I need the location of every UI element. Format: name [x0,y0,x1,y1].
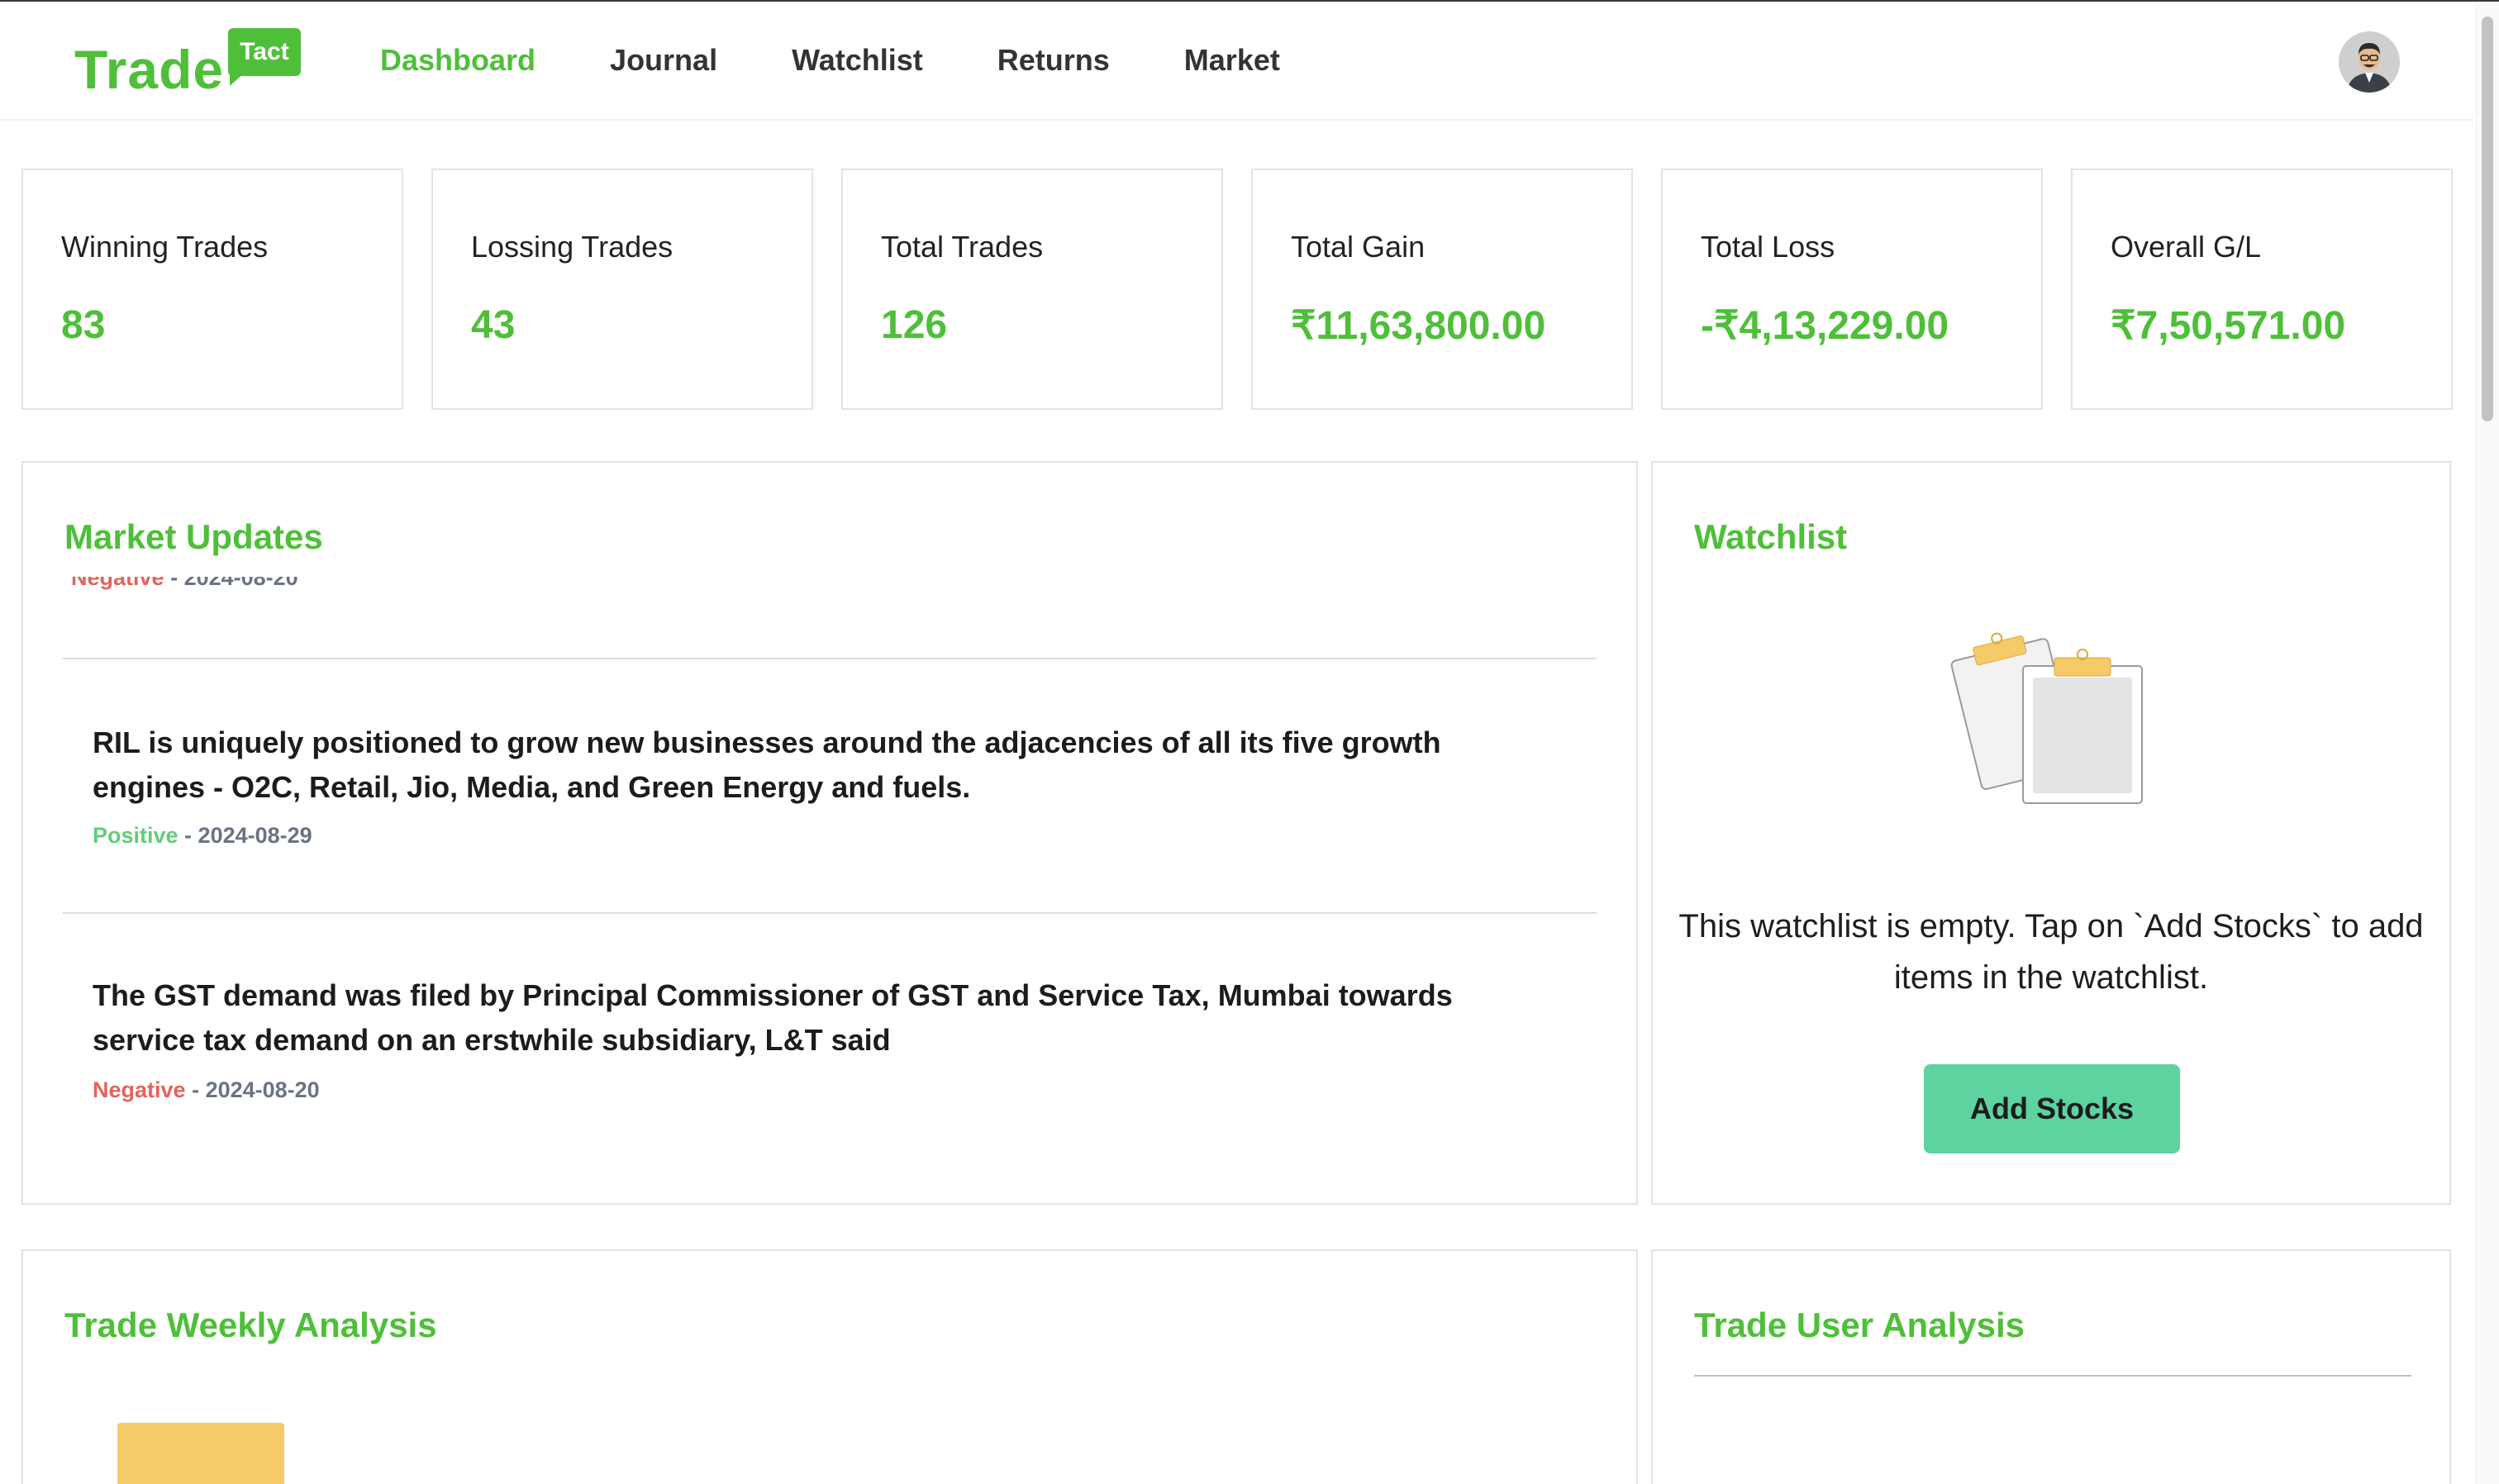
page-scrollbar-thumb[interactable] [2482,17,2493,421]
top-navbar: Trade Tact Dashboard Journal Watchlist R… [0,2,2474,121]
news-separator: - [178,823,198,848]
stat-label: Total Trades [881,230,1044,264]
nav-journal[interactable]: Journal [610,43,717,78]
news-date: 2024-08-20 [183,577,298,590]
news-headline[interactable]: The GST demand was filed by Principal Co… [93,973,1547,1063]
stat-card-total-loss: Total Loss -₹4,13,229.00 [1661,169,2043,410]
user-analysis-title: Trade User Analysis [1694,1306,2025,1344]
news-meta: Negative - 2024-08-20 [93,1077,320,1103]
news-divider [63,912,1597,914]
logo-bubble-tail [230,73,245,86]
stat-card-total-trades: Total Trades 126 [841,169,1223,410]
nav-returns[interactable]: Returns [997,43,1110,78]
news-separator: - [185,1077,206,1102]
news-divider [63,658,1597,659]
avatar-icon [2339,31,2400,93]
clipboard-icon [1950,632,2143,804]
nav-market[interactable]: Market [1184,43,1280,78]
news-date: 2024-08-20 [205,1077,320,1102]
news-separator: - [164,577,184,590]
stat-label: Total Loss [1701,230,1835,264]
stat-value: ₹11,63,800.00 [1291,304,1546,348]
stat-value: 43 [471,303,516,347]
stat-value: -₹4,13,229.00 [1701,304,1949,348]
stat-value: 83 [61,303,106,347]
nav-dashboard[interactable]: Dashboard [380,43,536,78]
watchlist-empty-message: This watchlist is empty. Tap on `Add Sto… [1678,908,2424,996]
news-item-clipped: Negative - 2024-08-20 [41,577,1595,602]
stat-label: Lossing Trades [471,230,674,264]
news-meta: Positive - 2024-08-29 [93,823,312,849]
news-sentiment: Negative [93,1077,186,1102]
news-sentiment: Negative [71,577,164,590]
user-analysis-divider [1694,1375,2411,1377]
weekly-chart-bar[interactable] [117,1423,284,1484]
stat-card-overall-gl: Overall G/L ₹7,50,571.00 [2071,169,2453,410]
stat-value: ₹7,50,571.00 [2111,304,2346,348]
weekly-analysis-title: Trade Weekly Analysis [64,1306,437,1344]
news-sentiment: Positive [93,823,178,848]
watchlist-title: Watchlist [1694,517,1848,556]
add-stocks-button[interactable]: Add Stocks [1924,1064,2180,1153]
user-avatar[interactable] [2339,31,2400,93]
stat-value: 126 [881,303,948,347]
user-analysis-panel [1651,1249,2451,1484]
logo-word: Trade [74,39,225,100]
tradetact-logo[interactable]: Trade Tact [74,26,306,100]
stat-card-winning-trades: Winning Trades 83 [21,169,403,410]
market-updates-title: Market Updates [64,517,323,556]
stat-card-total-gain: Total Gain ₹11,63,800.00 [1251,169,1633,410]
stat-card-lossing-trades: Lossing Trades 43 [431,169,813,410]
stat-label: Winning Trades [61,230,269,264]
logo-tag: Tact [228,28,301,76]
news-date: 2024-08-29 [198,823,312,848]
stat-label: Total Gain [1291,230,1426,264]
stat-label: Overall G/L [2111,230,2262,264]
nav-watchlist[interactable]: Watchlist [792,43,923,78]
news-headline[interactable]: RIL is uniquely positioned to grow new b… [93,721,1547,810]
main-nav: Dashboard Journal Watchlist Returns Mark… [380,43,1354,78]
